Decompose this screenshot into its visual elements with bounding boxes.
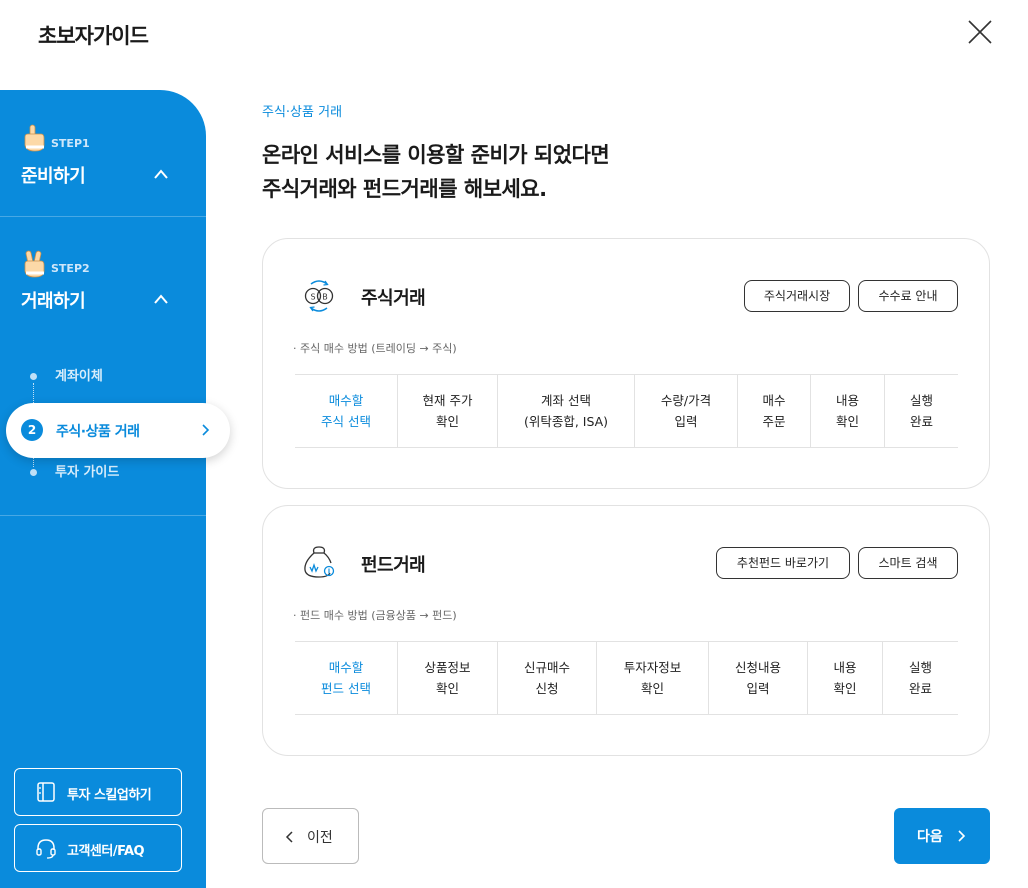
sidebar-item-stock-trade[interactable]: 2 주식·상품 거래 [6,403,230,458]
flow-step: 투자자정보 확인 [596,642,708,714]
prev-label: 이전 [307,830,333,846]
flow-step: 매수할 주식 선택 [321,393,371,429]
sidebar-item-invest-guide[interactable]: 투자 가이드 [30,461,119,480]
flow-step: 매수 주문 [737,375,810,447]
stock-exchange-icon: S B [304,280,334,312]
close-icon[interactable] [966,18,994,46]
flow-step: 내용 확인 [810,375,884,447]
step2-title[interactable]: 거래하기 [21,287,86,313]
stock-buy-method-note: · 주식 매수 방법 (트레이딩 → 주식) [293,342,457,355]
sidebar-item-label: 주식·상품 거래 [56,424,140,440]
stock-market-button[interactable]: 주식거래시장 [744,280,850,312]
book-icon [37,782,55,802]
flow-step: 내용 확인 [807,642,882,714]
chevron-up-icon[interactable] [153,168,169,180]
flow-step: 현재 주가 확인 [397,375,497,447]
svg-text:S: S [310,293,315,302]
step-number-badge: 2 [21,419,43,441]
fund-buy-steps: 매수할 펀드 선택 상품정보 확인 신규매수 신청 투자자정보 확인 신청내용 … [295,641,958,715]
next-label: 다음 [917,829,943,845]
page-title: 초보자가이드 [38,24,149,48]
fund-buy-method-note: · 펀드 매수 방법 (금융상품 → 펀드) [293,609,457,622]
stock-buy-steps: 매수할 주식 선택 현재 주가 확인 계좌 선택 (위탁종합, ISA) 수량/… [295,374,958,448]
stock-trade-card: S B 주식거래 주식거래시장 수수료 안내 · 주식 매수 방법 (트레이딩 … [262,238,990,489]
flow-step: 매수할 펀드 선택 [321,660,371,696]
step1-title[interactable]: 준비하기 [21,162,86,188]
flow-step: 신규매수 신청 [497,642,596,714]
bullet-icon [30,373,37,380]
headset-icon [36,839,56,859]
stock-card-title: 주식거래 [361,288,426,309]
skillup-button[interactable]: 투자 스킬업하기 [14,768,182,816]
flow-step: 상품정보 확인 [397,642,497,714]
step1-section: STEP1 준비하기 [0,90,206,217]
customer-center-button[interactable]: 고객센터/FAQ [14,824,182,872]
pointing-hand-icon [24,124,45,152]
victory-hand-icon [24,250,45,278]
flow-step: 계좌 선택 (위탁종합, ISA) [497,375,634,447]
bullet-icon [30,469,37,476]
sidebar: STEP1 준비하기 STEP2 거래하기 계좌이체 투자 가이드 2 주식·상… [0,90,230,888]
chevron-up-icon[interactable] [153,293,169,305]
next-button[interactable]: 다음 [894,808,990,864]
chevron-right-icon [202,424,210,436]
flow-step: 실행 완료 [884,375,958,447]
sidebar-item-transfer[interactable]: 계좌이체 [30,365,103,384]
sidebar-item-label: 계좌이체 [55,369,103,384]
smart-search-button[interactable]: 스마트 검색 [858,547,958,579]
recommended-fund-button[interactable]: 추천펀드 바로가기 [716,547,850,579]
sidebar-item-label: 투자 가이드 [55,465,120,480]
fee-info-button[interactable]: 수수료 안내 [858,280,958,312]
prev-button[interactable]: 이전 [262,808,359,864]
step2-label: STEP2 [51,262,90,275]
money-bag-icon [304,546,335,578]
step2-section: STEP2 거래하기 계좌이체 투자 가이드 [0,217,206,516]
chevron-left-icon [285,831,293,843]
headline-line1: 온라인 서비스를 이용할 준비가 되었다면 [262,143,610,167]
step1-label: STEP1 [51,137,90,150]
flow-step: 수량/가격 입력 [634,375,737,447]
chevron-right-icon [958,830,966,842]
flow-step: 실행 완료 [882,642,958,714]
fund-trade-card: 펀드거래 추천펀드 바로가기 스마트 검색 · 펀드 매수 방법 (금융상품 →… [262,505,990,756]
svg-text:B: B [322,293,328,302]
flow-step: 신청내용 입력 [708,642,807,714]
headline-line2: 주식거래와 펀드거래를 해보세요. [262,177,547,201]
breadcrumb: 주식·상품 거래 [262,105,343,120]
customer-center-label: 고객센터/FAQ [67,844,145,859]
headline: 온라인 서비스를 이용할 준비가 되었다면 주식거래와 펀드거래를 해보세요. [262,138,610,206]
fund-card-title: 펀드거래 [361,555,426,576]
skillup-label: 투자 스킬업하기 [67,788,152,803]
